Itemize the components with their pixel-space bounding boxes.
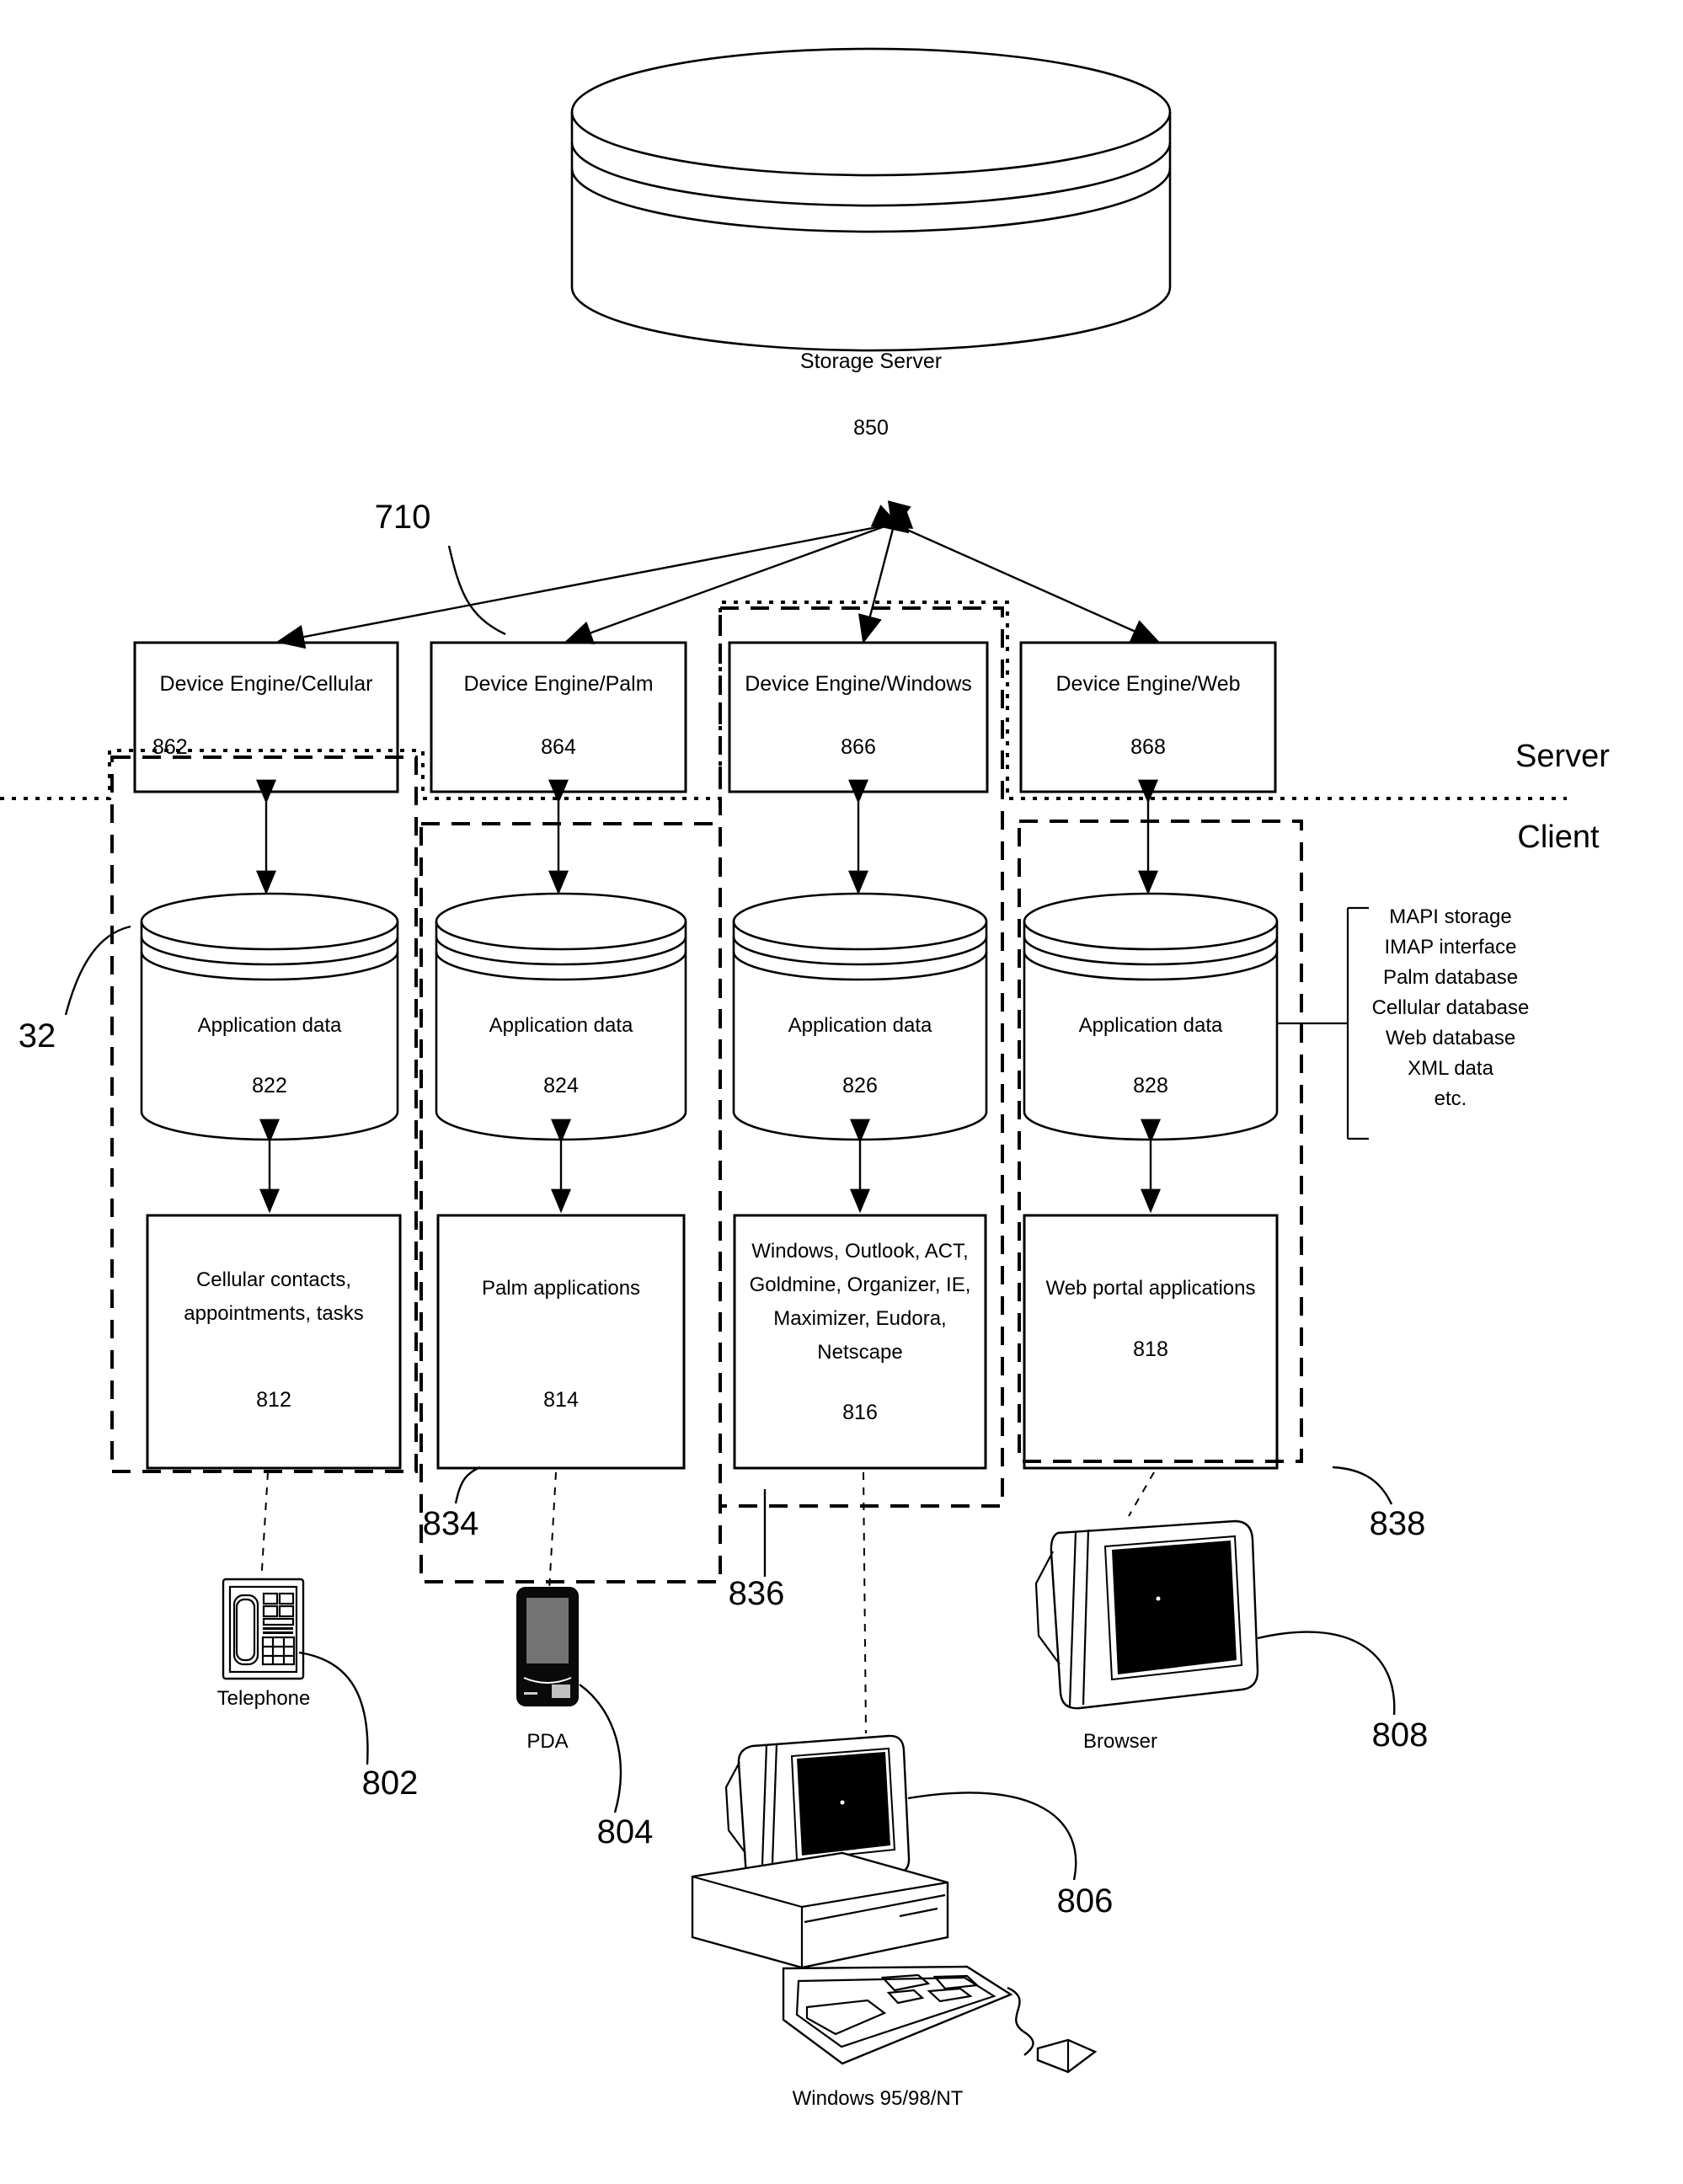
desktop-label: Windows 95/98/NT [793,2087,964,2110]
storage-types-bracket [1277,906,1369,1140]
device-engine-box-866[interactable]: Device Engine/Windows 866 [728,641,989,793]
application-box-818[interactable]: Web portal applications 818 [1023,1214,1279,1470]
application-line: Cellular contacts, [196,1268,351,1291]
application-data-title: Application data [1079,1014,1223,1037]
ref-808-leader [1257,1631,1396,1716]
ref-710-label: 710 [375,499,431,536]
server-client-divider [0,601,1567,800]
storage-server-title: Storage Server [800,350,942,373]
browser-label: Browser [1083,1730,1157,1753]
storage-type-item: Cellular database [1372,996,1530,1019]
storage-type-item: IMAP interface [1385,936,1517,959]
storage-type-item: MAPI storage [1389,905,1511,928]
application-line: Netscape [817,1341,902,1364]
telephone-dashed-leader [260,1471,269,1584]
telephone-label: Telephone [217,1687,311,1710]
application-box-812[interactable]: Cellular contacts, appointments, tasks 8… [146,1214,402,1470]
pda-icon [516,1587,579,1706]
telephone-icon [222,1578,305,1680]
device-engine-box-868[interactable]: Device Engine/Web 868 [1019,641,1277,793]
ref-806-label: 806 [1057,1882,1114,1920]
storage-type-item: Palm database [1383,966,1518,989]
storage-server-cylinder [570,47,1172,352]
desktop-dashed-leader [863,1471,867,1734]
ref-804-label: 804 [597,1813,654,1850]
application-box-814[interactable]: Palm applications 814 [436,1214,686,1470]
ref-32-leader [64,925,131,1016]
application-data-cylinder-822: Application data 822 [140,892,399,1141]
application-data-ref: 826 [842,1074,878,1097]
application-line: appointments, tasks [184,1302,363,1325]
server-side-label: Server [1515,739,1610,774]
application-data-ref: 824 [543,1074,579,1097]
ref-838-leader [1332,1466,1393,1505]
application-line: Windows, Outlook, ACT, [751,1240,968,1263]
storage-type-item: XML data [1408,1057,1493,1080]
client-side-label: Client [1517,820,1600,855]
device-engine-box-862[interactable]: Device Engine/Cellular 862 [133,641,399,793]
application-line: Goldmine, Organizer, IE, [750,1274,971,1296]
browser-monitor-icon [1034,1519,1259,1710]
device-engine-title: Device Engine/Web [1055,672,1240,696]
storage-server-ref: 850 [853,416,889,440]
storage-type-item: etc. [1435,1087,1467,1110]
server-to-engine-arrows [275,500,1161,649]
application-data-title: Application data [198,1014,342,1037]
ref-710-leader [447,545,506,636]
figure-svg: Storage Server 850 710 Server Client 32 … [0,47,1610,2110]
ref-804-leader [579,1684,622,1813]
browser-dashed-leader [1128,1471,1155,1517]
device-engine-title: Device Engine/Palm [463,672,653,696]
device-engine-box-864[interactable]: Device Engine/Palm 864 [430,641,687,793]
application-ref: 818 [1133,1338,1168,1361]
application-data-ref: 822 [252,1074,287,1097]
storage-types-list: MAPI storage IMAP interface Palm databas… [1372,905,1530,1110]
ref-806-leader [907,1792,1077,1881]
application-data-cylinder-828: Application data 828 [1023,892,1279,1141]
pda-label: PDA [526,1730,568,1753]
application-data-ref: 828 [1133,1074,1168,1097]
application-box-816[interactable]: Windows, Outlook, ACT, Goldmine, Organiz… [733,1214,987,1470]
device-engine-ref: 868 [1130,735,1166,759]
application-data-cylinder-826: Application data 826 [732,892,988,1141]
desktop-computer-icon [691,1734,1098,2074]
application-data-cylinder-824: Application data 824 [435,892,687,1141]
device-engine-ref: 866 [841,735,876,759]
application-data-title: Application data [788,1014,932,1037]
ref-836-label: 836 [729,1575,785,1612]
application-data-title: Application data [489,1014,633,1037]
device-engine-ref: 864 [541,735,576,759]
pda-dashed-leader [548,1471,557,1591]
storage-type-item: Web database [1386,1027,1515,1049]
patent-figure-canvas: Storage Server 850 710 Server Client 32 … [0,0,1683,2184]
application-ref: 814 [543,1388,579,1412]
ref-834-leader [454,1466,481,1504]
device-engine-title: Device Engine/Cellular [160,672,373,696]
ref-802-label: 802 [362,1765,419,1802]
device-engine-ref: 862 [152,735,188,759]
application-line: Web portal applications [1045,1277,1255,1300]
engine-to-appdata-arrows [256,779,1158,895]
application-line: Maximizer, Eudora, [773,1307,946,1330]
ref-834-label: 834 [423,1505,479,1542]
application-ref: 816 [842,1401,878,1424]
ref-32-label: 32 [19,1017,56,1055]
device-engine-title: Device Engine/Windows [745,672,972,696]
application-ref: 812 [256,1388,291,1412]
ref-838-label: 838 [1370,1505,1426,1542]
ref-808-label: 808 [1372,1717,1429,1754]
application-line: Palm applications [482,1277,640,1300]
